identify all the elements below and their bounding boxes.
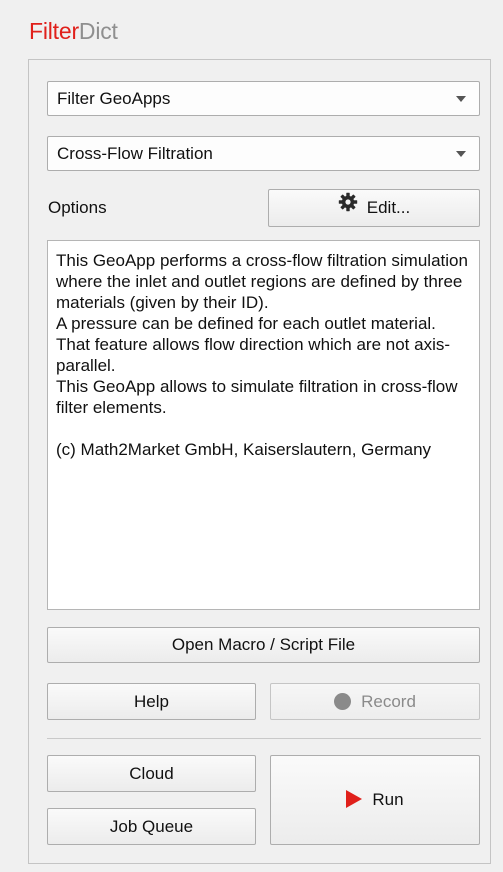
edit-options-button[interactable]: Edit... bbox=[268, 189, 480, 227]
record-dot-icon bbox=[334, 692, 352, 710]
category-select-value: Filter GeoApps bbox=[57, 89, 171, 108]
app-title-rest: Dict bbox=[78, 18, 118, 44]
chevron-down-icon bbox=[456, 151, 466, 157]
app-title-accent: Filter bbox=[29, 18, 79, 44]
options-label: Options bbox=[48, 198, 107, 217]
run-button[interactable]: Run bbox=[270, 755, 480, 845]
geoapp-select[interactable]: Cross-Flow Filtration bbox=[47, 136, 480, 171]
description-line: This GeoApp allows to simulate filtratio… bbox=[56, 377, 458, 417]
play-icon bbox=[346, 790, 363, 809]
divider bbox=[47, 738, 481, 739]
description-line: That feature allows flow direction which… bbox=[56, 335, 451, 375]
category-select[interactable]: Filter GeoApps bbox=[47, 81, 480, 116]
open-macro-button[interactable]: Open Macro / Script File bbox=[47, 627, 480, 663]
geoapp-description: This GeoApp performs a cross-flow filtra… bbox=[47, 240, 480, 610]
record-label: Record bbox=[361, 692, 416, 711]
description-line: A pressure can be defined for each outle… bbox=[56, 314, 436, 333]
description-copyright: (c) Math2Market GmbH, Kaiserslautern, Ge… bbox=[56, 440, 432, 459]
edit-options-label: Edit... bbox=[366, 198, 411, 217]
job-queue-button[interactable]: Job Queue bbox=[47, 808, 256, 845]
gear-icon bbox=[338, 189, 358, 225]
description-line: This GeoApp performs a cross-flow filtra… bbox=[56, 251, 468, 312]
run-label: Run bbox=[372, 790, 404, 809]
cloud-button[interactable]: Cloud bbox=[47, 755, 256, 792]
geoapp-select-value: Cross-Flow Filtration bbox=[57, 144, 213, 163]
app-title: FilterDict bbox=[29, 16, 118, 46]
record-button[interactable]: Record bbox=[270, 683, 480, 720]
help-button[interactable]: Help bbox=[47, 683, 256, 720]
chevron-down-icon bbox=[456, 96, 466, 102]
